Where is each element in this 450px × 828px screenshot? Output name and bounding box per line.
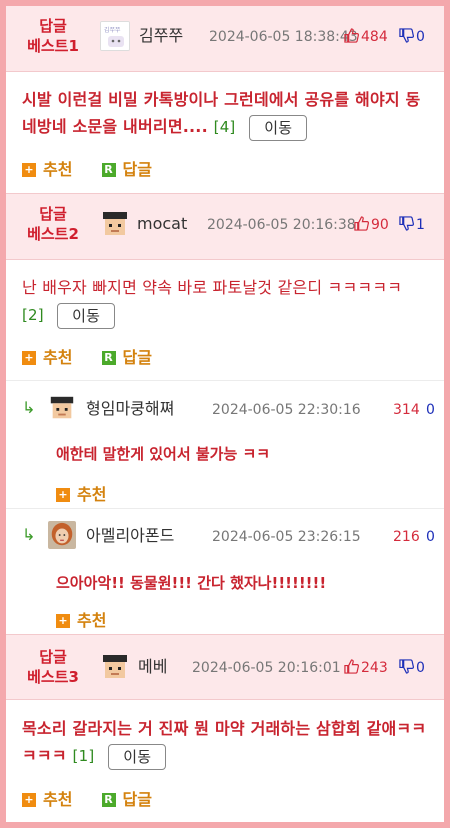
best-badge: 답글 베스트1 bbox=[27, 17, 79, 55]
reply-button[interactable]: R 답글 bbox=[101, 348, 152, 368]
comment-body: 으아아악!! 동물원!!! 간다 했자나!!!!!!!! bbox=[56, 574, 327, 592]
downvote-count[interactable]: 0 bbox=[426, 400, 435, 420]
timestamp: 2024-06-05 23:26:15 bbox=[212, 529, 361, 545]
thumbs-down-icon bbox=[399, 28, 414, 43]
upvote-button[interactable]: 484 bbox=[344, 27, 388, 47]
avatar[interactable] bbox=[100, 209, 130, 239]
comment-body: 애한테 말한게 있어서 불가능 ㅋㅋ bbox=[56, 445, 271, 463]
timestamp: 2024-06-05 20:16:01 bbox=[192, 660, 341, 676]
best-reply-2-header: 답글 베스트2 mocat 2024-06-05 20:16:38 90 1 bbox=[6, 194, 444, 260]
reply-arrow-icon: ↳ bbox=[22, 398, 36, 417]
nickname[interactable]: 아멜리아폰드 bbox=[86, 526, 174, 546]
reply-button[interactable]: R 답글 bbox=[101, 160, 152, 180]
recommend-button[interactable]: + 추천 bbox=[22, 160, 72, 180]
upvote-count: 243 bbox=[361, 660, 388, 676]
best-reply-1-header: 답글 베스트1 김쭈쭈 김쭈쭈 2024-06-05 18:38:43 484 … bbox=[6, 6, 444, 72]
nested-reply: ↳ 형임마쿵해쪄 2024-06-05 22:30:16 314 0 애한테 말… bbox=[6, 381, 444, 506]
best-reply-3-header: 답글 베스트3 메베 2024-06-05 20:16:01 243 0 bbox=[6, 634, 444, 700]
thumbs-up-icon bbox=[344, 28, 359, 43]
comment-body: 목소리 갈라지는 거 진짜 뭔 마약 거래하는 삼합회 같애ㅋㅋㅋㅋㅋ [1] … bbox=[22, 715, 428, 770]
avatar[interactable] bbox=[48, 521, 76, 549]
comment-actions: + 추천 R 답글 bbox=[22, 158, 176, 180]
move-button[interactable]: 이동 bbox=[249, 114, 308, 141]
comment-body: 시발 이런걸 비밀 카톡방이나 그런데에서 공유를 해야지 동네방네 소문을 내… bbox=[22, 86, 428, 141]
nickname[interactable]: mocat bbox=[137, 214, 187, 234]
upvote-count[interactable]: 216 bbox=[393, 527, 420, 547]
comment-actions: + 추천 bbox=[56, 609, 130, 631]
nickname[interactable]: 메베 bbox=[138, 657, 167, 677]
move-button[interactable]: 이동 bbox=[108, 743, 167, 770]
thumbs-up-icon bbox=[344, 659, 359, 674]
upvote-count: 484 bbox=[361, 29, 388, 45]
upvote-button[interactable]: 90 bbox=[354, 215, 389, 235]
reply-count: [2] bbox=[22, 306, 44, 324]
plus-icon: + bbox=[22, 163, 36, 177]
avatar[interactable] bbox=[100, 652, 130, 682]
comment-actions: + 추천 bbox=[56, 483, 130, 505]
reply-r-icon: R bbox=[101, 793, 116, 807]
downvote-button[interactable]: 1 bbox=[399, 215, 425, 235]
upvote-count[interactable]: 314 bbox=[393, 400, 420, 420]
thumbs-down-icon bbox=[399, 216, 414, 231]
thumbs-down-icon bbox=[399, 659, 414, 674]
reply-button[interactable]: R 답글 bbox=[101, 790, 152, 810]
reply-arrow-icon: ↳ bbox=[22, 525, 36, 544]
nickname[interactable]: 김쭈쭈 bbox=[139, 26, 183, 46]
downvote-count[interactable]: 0 bbox=[426, 527, 435, 547]
recommend-button[interactable]: + 추천 bbox=[56, 611, 106, 631]
plus-icon: + bbox=[22, 351, 36, 365]
recommend-button[interactable]: + 추천 bbox=[22, 348, 72, 368]
best-badge: 답글 베스트3 bbox=[27, 648, 79, 686]
timestamp: 2024-06-05 20:16:38 bbox=[207, 217, 356, 233]
downvote-button[interactable]: 0 bbox=[399, 658, 425, 678]
timestamp: 2024-06-05 22:30:16 bbox=[212, 402, 361, 418]
nickname[interactable]: 형임마쿵해쪄 bbox=[86, 399, 174, 419]
reply-count: [1] bbox=[72, 747, 95, 765]
reply-r-icon: R bbox=[101, 351, 116, 365]
avatar[interactable]: 김쭈쭈 bbox=[100, 21, 130, 51]
move-button[interactable]: 이동 bbox=[57, 302, 116, 329]
recommend-button[interactable]: + 추천 bbox=[56, 485, 106, 505]
plus-icon: + bbox=[22, 793, 36, 807]
nested-reply: ↳ 아멜리아폰드 2024-06-05 23:26:15 216 0 으아아악!… bbox=[6, 509, 444, 634]
plus-icon: + bbox=[56, 488, 70, 502]
timestamp: 2024-06-05 18:38:43 bbox=[209, 29, 358, 45]
upvote-count: 90 bbox=[371, 217, 389, 233]
downvote-count: 1 bbox=[416, 217, 425, 233]
downvote-count: 0 bbox=[416, 660, 425, 676]
upvote-button[interactable]: 243 bbox=[344, 658, 388, 678]
comment-body: 난 배우자 빠지면 약속 바로 파토날것 같은디 ㅋㅋㅋㅋㅋ [2] 이동 bbox=[22, 274, 428, 329]
downvote-count: 0 bbox=[416, 29, 425, 45]
comment-actions: + 추천 R 답글 bbox=[22, 346, 176, 368]
best-badge: 답글 베스트2 bbox=[27, 205, 79, 243]
svg-text:김쭈쭈: 김쭈쭈 bbox=[104, 27, 121, 34]
reply-count: [4] bbox=[213, 118, 236, 136]
comment-list: 답글 베스트1 김쭈쭈 김쭈쭈 2024-06-05 18:38:43 484 … bbox=[6, 6, 444, 822]
reply-r-icon: R bbox=[101, 163, 116, 177]
downvote-button[interactable]: 0 bbox=[399, 27, 425, 47]
recommend-button[interactable]: + 추천 bbox=[22, 790, 72, 810]
avatar[interactable] bbox=[48, 394, 76, 422]
comment-actions: + 추천 R 답글 bbox=[22, 788, 176, 810]
plus-icon: + bbox=[56, 614, 70, 628]
thumbs-up-icon bbox=[354, 216, 369, 231]
